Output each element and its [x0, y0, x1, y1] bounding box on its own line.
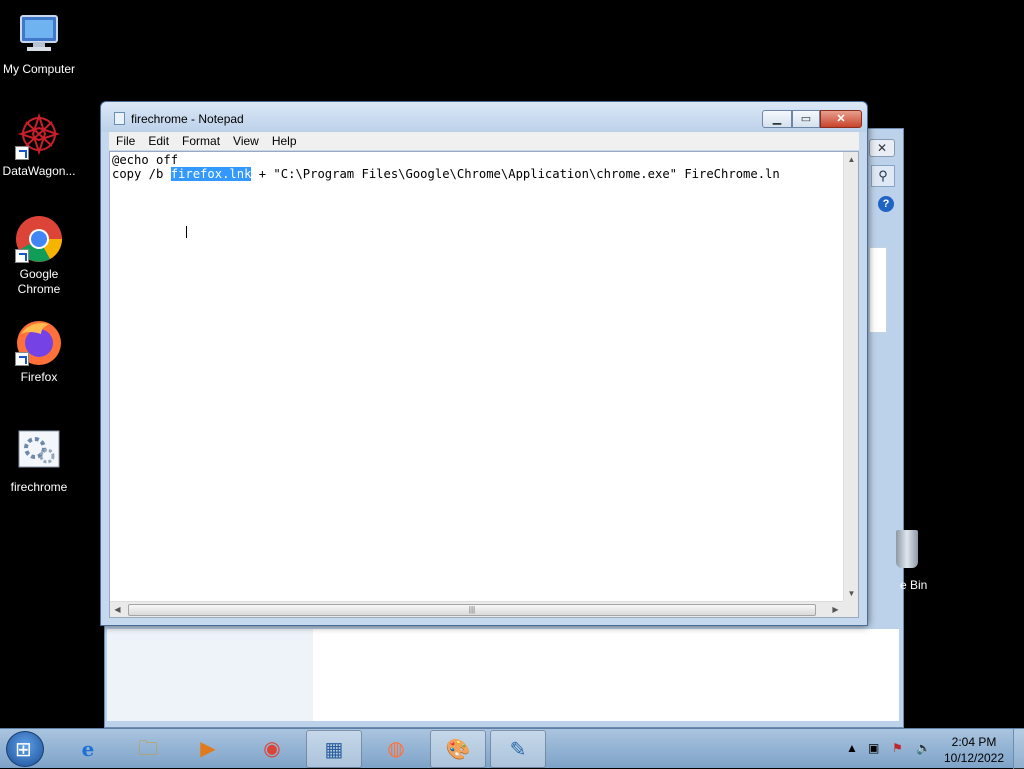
desktop-icon-label: My Computer [2, 62, 76, 76]
desktop-icon-datawagon[interactable]: DataWagon... [0, 112, 78, 179]
scroll-down-icon[interactable]: ▼ [844, 586, 859, 601]
scroll-left-icon[interactable]: ◀ [110, 602, 125, 618]
menu-bar: File Edit Format View Help [109, 132, 859, 150]
chrome-icon[interactable]: ◉ [244, 730, 300, 768]
desktop-icon-label: Google Chrome [17, 267, 61, 296]
desktop-icon-label: Firefox [20, 370, 58, 384]
line-2-suffix: + "C:\Program Files\Google\Chrome\Applic… [251, 166, 780, 181]
menu-edit[interactable]: Edit [141, 132, 175, 148]
batch-file-icon [15, 428, 63, 476]
show-hidden-icons-icon[interactable]: ▲ [846, 741, 858, 755]
notepad-icon[interactable]: ✎ [490, 730, 546, 768]
paint-icon[interactable]: 🎨 [430, 730, 486, 768]
menu-file[interactable]: File [109, 132, 141, 148]
notepad-window: firechrome - Notepad ▁ ▭ ✕ File Edit Forma… [100, 101, 868, 626]
size-grip[interactable] [843, 601, 858, 617]
desktop-icon-my-computer[interactable]: My Computer [0, 10, 78, 77]
desktop: My Computer DataWagon... Google Chrome F… [0, 0, 1024, 728]
bg-navigation-pane [107, 629, 313, 721]
firefox-icon [15, 318, 63, 366]
shortcut-arrow-icon [15, 146, 29, 160]
recycle-bin-label: e Bin [900, 578, 928, 592]
text-cursor [186, 226, 188, 238]
line-1: @echo off [112, 153, 179, 167]
firefox-icon[interactable]: ◍ [368, 730, 424, 768]
recycle-bin-icon[interactable] [890, 528, 930, 572]
shortcut-arrow-icon [15, 249, 29, 263]
explorer-icon[interactable]: 🗀 [120, 730, 176, 768]
bg-side-panel [869, 247, 887, 333]
menu-format[interactable]: Format [175, 132, 226, 148]
vertical-scrollbar[interactable]: ▲ ▼ [843, 152, 858, 601]
selected-text: firefox.lnk [170, 166, 252, 181]
desktop-icon-firefox[interactable]: Firefox [0, 318, 78, 385]
chrome-icon [15, 215, 63, 263]
close-button[interactable]: ✕ [820, 110, 862, 128]
desktop-icon-label: firechrome [10, 480, 68, 494]
editor-text[interactable]: @echo off copy /b firefox.lnk + "C:\Prog… [112, 153, 780, 181]
window-title: firechrome - Notepad [131, 112, 244, 126]
scroll-up-icon[interactable]: ▲ [844, 152, 859, 167]
notepad-app-icon [114, 112, 125, 125]
search-icon[interactable]: ⚲ [871, 165, 895, 187]
start-button[interactable] [6, 731, 44, 767]
desktop-icon-label: DataWagon... [2, 164, 76, 178]
desktop-icon-google-chrome[interactable]: Google Chrome [0, 215, 78, 297]
media-player-icon[interactable]: ▶ [180, 730, 236, 768]
maximize-button[interactable]: ▭ [792, 110, 820, 128]
help-icon[interactable]: ? [878, 196, 894, 212]
control-panel-icon[interactable]: ▦ [306, 730, 362, 768]
action-center-icon[interactable]: ⚑ [892, 741, 903, 755]
clock-time: 2:04 PM [951, 735, 997, 749]
menu-view[interactable]: View [226, 132, 265, 148]
computer-icon [15, 10, 63, 58]
text-editor[interactable]: @echo off copy /b firefox.lnk + "C:\Prog… [109, 151, 859, 618]
network-icon[interactable]: ▣ [868, 741, 879, 755]
title-bar[interactable]: firechrome - Notepad ▁ ▭ ✕ [101, 102, 867, 132]
shortcut-arrow-icon [15, 352, 29, 366]
minimize-button[interactable]: ▁ [762, 110, 792, 128]
datawagon-icon [15, 112, 63, 160]
line-2-prefix: copy /b [112, 166, 171, 181]
bg-close-button[interactable]: ✕ [869, 139, 895, 157]
taskbar: e 🗀 ▶ ◉ ▦ ◍ 🎨 ✎ ▲ ▣ ⚑ 🔈 2:04 PM 10/12/20… [0, 728, 1024, 769]
volume-icon[interactable]: 🔈 [916, 741, 931, 755]
clock-date: 10/12/2022 [943, 751, 1005, 765]
horizontal-scroll-thumb[interactable]: ||| [128, 604, 816, 616]
clock[interactable]: 2:04 PM 10/12/2022 [940, 734, 1008, 766]
desktop-icon-firechrome[interactable]: firechrome [0, 428, 78, 495]
show-desktop-button[interactable] [1013, 729, 1024, 769]
horizontal-scrollbar[interactable]: ◀ ||| ▶ [110, 601, 843, 617]
scroll-right-icon[interactable]: ▶ [828, 602, 843, 618]
ie-icon[interactable]: e [60, 730, 116, 768]
menu-help[interactable]: Help [265, 132, 303, 148]
